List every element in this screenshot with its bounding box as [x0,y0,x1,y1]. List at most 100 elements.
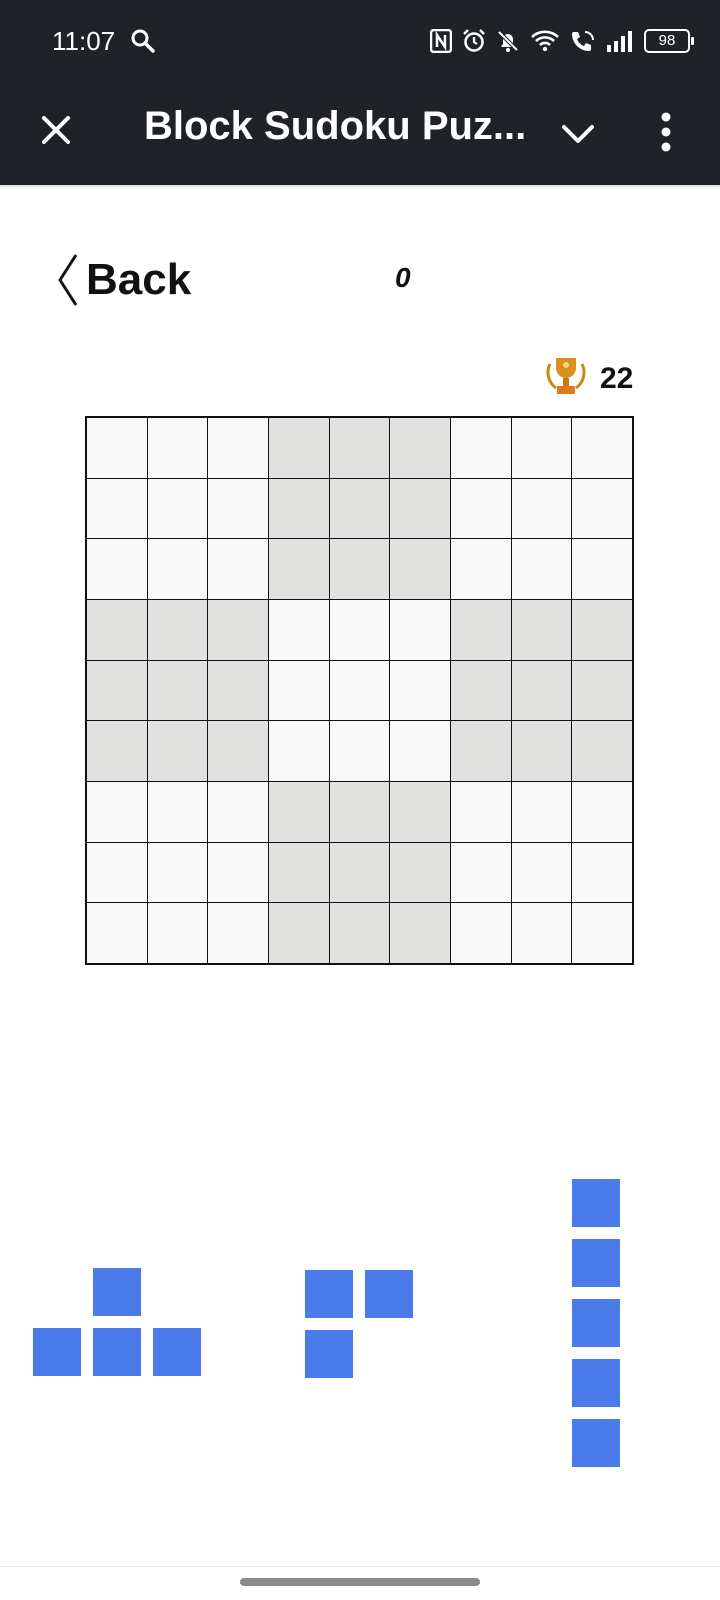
status-bar: 11:07 98 [0,0,720,82]
board-cell[interactable] [208,660,268,721]
board-cell[interactable] [329,842,390,903]
board-cell[interactable] [390,842,450,903]
board-cell[interactable] [269,782,329,842]
board-cell[interactable] [147,418,208,478]
board-cell[interactable] [329,539,390,599]
board-cell[interactable] [572,782,632,842]
board-cell[interactable] [208,782,268,842]
board-cell[interactable] [511,903,572,963]
board-cell[interactable] [87,600,147,660]
board-cell[interactable] [147,600,208,660]
board-cell[interactable] [511,418,572,478]
board-cell[interactable] [269,842,329,903]
board-cell[interactable] [451,600,511,660]
board-cell[interactable] [329,478,390,539]
app-title: Block Sudoku Puz... [144,104,527,148]
board-cell[interactable] [390,660,450,721]
board-cell[interactable] [572,660,632,721]
more-vert-icon[interactable] [656,108,676,158]
board-cell[interactable] [390,903,450,963]
board-cell[interactable] [451,842,511,903]
board-cell[interactable] [208,903,268,963]
board-cell[interactable] [390,418,450,478]
board-cell[interactable] [269,721,329,781]
board-cell[interactable] [208,600,268,660]
board-cell[interactable] [390,600,450,660]
board-cell[interactable] [87,660,147,721]
board-cell[interactable] [269,418,329,478]
close-icon[interactable] [36,110,76,150]
board-cell[interactable] [87,721,147,781]
piece-block [572,1359,620,1407]
board-cell[interactable] [329,721,390,781]
board-cell[interactable] [572,903,632,963]
nfc-icon [430,29,452,53]
board-cell[interactable] [390,478,450,539]
piece-block [572,1179,620,1227]
board-cell[interactable] [572,418,632,478]
board-cell[interactable] [147,721,208,781]
board-cell[interactable] [329,600,390,660]
board-cell[interactable] [269,903,329,963]
board-cell[interactable] [572,842,632,903]
home-indicator[interactable] [240,1578,480,1586]
board-cell[interactable] [208,721,268,781]
chevron-down-icon[interactable] [556,112,600,156]
board-cell[interactable] [269,539,329,599]
board-cell[interactable] [511,539,572,599]
board-cell[interactable] [269,660,329,721]
piece-block [93,1328,141,1376]
board-cell[interactable] [329,660,390,721]
board-cell[interactable] [269,600,329,660]
board-cell[interactable] [87,418,147,478]
board-cell[interactable] [208,842,268,903]
board-cell[interactable] [208,418,268,478]
board-cell[interactable] [451,418,511,478]
board-cell[interactable] [511,478,572,539]
board-cell[interactable] [451,903,511,963]
game-board[interactable] [85,416,634,965]
board-cell[interactable] [572,600,632,660]
board-cell[interactable] [87,903,147,963]
board-cell[interactable] [511,782,572,842]
nav-divider [0,1566,720,1567]
battery-icon: 98 [644,29,694,53]
board-cell[interactable] [147,478,208,539]
board-cell[interactable] [329,782,390,842]
board-cell[interactable] [572,478,632,539]
board-cell[interactable] [511,660,572,721]
board-cell[interactable] [208,539,268,599]
status-time: 11:07 [52,26,116,56]
app-bar: Block Sudoku Puz... [0,82,720,185]
alarm-icon [462,29,486,53]
board-cell[interactable] [208,478,268,539]
board-cell[interactable] [147,782,208,842]
board-cell[interactable] [511,721,572,781]
board-cell[interactable] [572,539,632,599]
board-cell[interactable] [329,903,390,963]
board-cell[interactable] [451,539,511,599]
board-cell[interactable] [511,842,572,903]
board-cell[interactable] [329,418,390,478]
board-cell[interactable] [147,660,208,721]
board-cell[interactable] [451,478,511,539]
board-cell[interactable] [451,660,511,721]
board-cell[interactable] [147,842,208,903]
board-cell[interactable] [87,782,147,842]
board-cell[interactable] [87,842,147,903]
board-cell[interactable] [390,539,450,599]
board-cell[interactable] [147,539,208,599]
board-cell[interactable] [572,721,632,781]
board-cell[interactable] [390,721,450,781]
board-cell[interactable] [451,782,511,842]
board-cell[interactable] [511,600,572,660]
board-cell[interactable] [451,721,511,781]
board-cell[interactable] [147,903,208,963]
back-button[interactable]: Back [56,250,191,310]
board-cell[interactable] [87,539,147,599]
piece-block [572,1299,620,1347]
piece-block [365,1270,413,1318]
board-cell[interactable] [269,478,329,539]
board-cell[interactable] [87,478,147,539]
board-cell[interactable] [390,782,450,842]
